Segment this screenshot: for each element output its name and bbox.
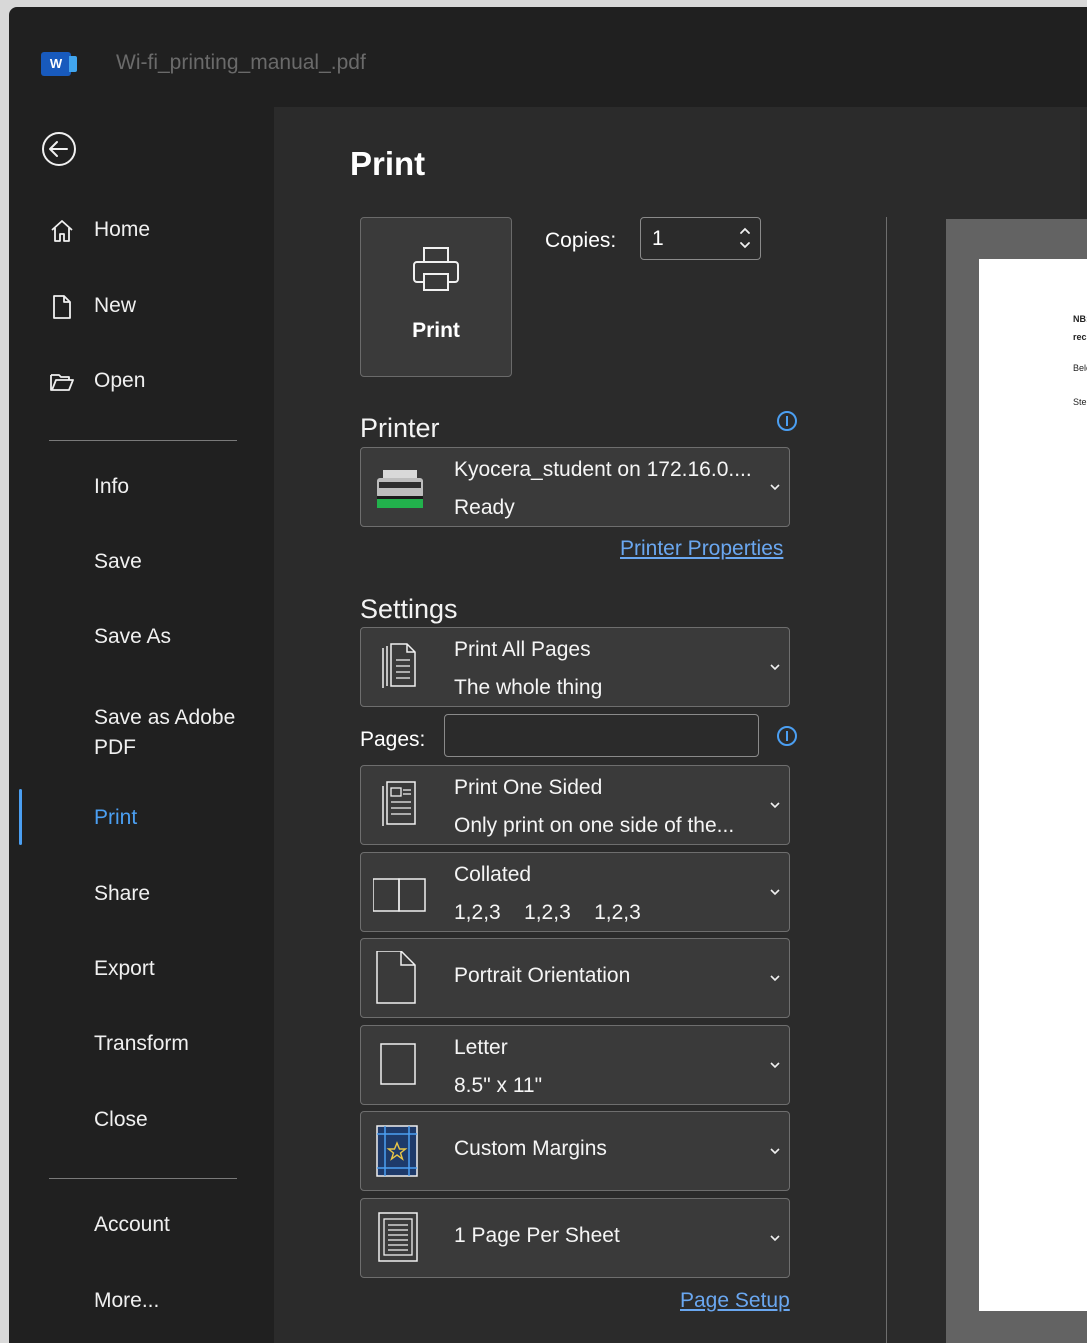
nav-share[interactable]: Share bbox=[9, 870, 273, 918]
nav-transform-label: Transform bbox=[94, 1032, 189, 1055]
page-per-sheet-icon bbox=[378, 1212, 418, 1262]
back-arrow-icon[interactable] bbox=[41, 131, 77, 167]
nav-export[interactable]: Export bbox=[9, 945, 273, 993]
margins-dropdown[interactable]: Custom Margins bbox=[360, 1111, 790, 1191]
chevron-down-icon bbox=[770, 802, 780, 809]
nav-save-as-adobe-pdf[interactable]: Save as Adobe PDF bbox=[9, 703, 273, 773]
nav-new-label: New bbox=[94, 294, 137, 317]
chevron-down-icon bbox=[770, 484, 780, 491]
copies-stepper[interactable]: 1 bbox=[640, 217, 761, 260]
word-window: W Wi-fi_printing_manual_.pdf Home New Op… bbox=[9, 7, 1087, 1343]
title-bar: W Wi-fi_printing_manual_.pdf bbox=[9, 7, 1087, 107]
nav-close-label: Close bbox=[94, 1108, 148, 1131]
chevron-down-icon bbox=[770, 664, 780, 671]
one-sided-page-icon bbox=[382, 781, 416, 826]
pages-input[interactable] bbox=[444, 714, 759, 757]
nav-account-label: Account bbox=[94, 1213, 170, 1236]
settings-section-title: Settings bbox=[360, 594, 458, 624]
nav-transform[interactable]: Transform bbox=[9, 1020, 273, 1068]
nav-info[interactable]: Info bbox=[9, 463, 273, 511]
margins-title: Custom Margins bbox=[454, 1137, 607, 1160]
printer-section-title: Printer bbox=[360, 413, 440, 443]
pages-label: Pages: bbox=[360, 728, 426, 751]
nav-save-label: Save bbox=[94, 550, 142, 573]
orientation-title: Portrait Orientation bbox=[454, 964, 631, 987]
network-printer-icon bbox=[377, 470, 423, 508]
new-document-icon bbox=[53, 295, 71, 319]
chevron-down-icon bbox=[770, 1062, 780, 1069]
printer-properties-link[interactable]: Printer Properties bbox=[620, 537, 783, 561]
collation-dropdown[interactable]: Collated 1,2,3 1,2,3 1,2,3 bbox=[360, 852, 790, 932]
nav-open[interactable]: Open bbox=[9, 357, 273, 405]
word-app-icon: W bbox=[41, 52, 77, 76]
nav-close[interactable]: Close bbox=[9, 1096, 273, 1144]
sides-title: Print One Sided bbox=[454, 776, 603, 799]
nav-save-as-adobe-pdf-label: Save as Adobe PDF bbox=[94, 706, 236, 759]
printer-icon bbox=[413, 247, 459, 291]
sides-dropdown[interactable]: Print One Sided Only print on one side o… bbox=[360, 765, 790, 845]
pages-per-sheet-dropdown[interactable]: 1 Page Per Sheet bbox=[360, 1198, 790, 1278]
nav-save[interactable]: Save bbox=[9, 538, 273, 586]
nav-export-label: Export bbox=[94, 957, 155, 980]
paper-size-subtitle: 8.5" x 11" bbox=[454, 1074, 543, 1097]
printer-info-icon[interactable] bbox=[776, 410, 798, 432]
preview-text: rec bbox=[1073, 332, 1087, 342]
print-range-dropdown[interactable]: Print All Pages The whole thing bbox=[360, 627, 790, 707]
paper-size-title: Letter bbox=[454, 1036, 508, 1059]
paper-size-dropdown[interactable]: Letter 8.5" x 11" bbox=[360, 1025, 790, 1105]
chevron-down-icon bbox=[770, 889, 780, 896]
pages-per-sheet-title: 1 Page Per Sheet bbox=[454, 1224, 620, 1247]
copies-value: 1 bbox=[652, 227, 664, 250]
nav-print[interactable]: Print bbox=[9, 794, 273, 842]
nav-new[interactable]: New bbox=[9, 282, 273, 330]
page-title: Print bbox=[350, 145, 426, 182]
nav-share-label: Share bbox=[94, 882, 151, 905]
backstage-sidebar: Home New Open Info Save Save As Save as … bbox=[9, 107, 273, 1343]
nav-save-as[interactable]: Save As bbox=[9, 613, 273, 661]
nav-open-label: Open bbox=[94, 369, 146, 392]
nav-info-label: Info bbox=[94, 475, 130, 498]
chevron-down-icon bbox=[770, 1235, 780, 1242]
pages-stack-icon bbox=[382, 643, 416, 688]
preview-text: Step bbox=[1073, 397, 1087, 407]
printer-dropdown[interactable]: Kyocera_student on 172.16.0.... Ready bbox=[360, 447, 790, 527]
portrait-page-icon bbox=[376, 951, 416, 1004]
page-setup-link[interactable]: Page Setup bbox=[680, 1289, 790, 1313]
nav-home-label: Home bbox=[94, 218, 151, 241]
chevron-down-icon bbox=[770, 1148, 780, 1155]
printer-name: Kyocera_student on 172.16.0.... bbox=[454, 458, 752, 481]
nav-more-label: More... bbox=[94, 1289, 160, 1312]
nav-more[interactable]: More... bbox=[9, 1277, 273, 1325]
print-range-subtitle: The whole thing bbox=[454, 676, 603, 699]
printer-status: Ready bbox=[454, 496, 515, 519]
nav-home[interactable]: Home bbox=[9, 206, 273, 254]
collation-title: Collated bbox=[454, 863, 532, 886]
nav-save-as-label: Save As bbox=[94, 625, 172, 648]
copies-label: Copies: bbox=[545, 229, 617, 252]
nav-account[interactable]: Account bbox=[9, 1201, 273, 1249]
print-range-title: Print All Pages bbox=[454, 638, 591, 661]
preview-page: NB: rec Belo Step bbox=[979, 259, 1087, 1311]
collated-pages-icon bbox=[373, 878, 426, 912]
custom-margins-icon bbox=[376, 1125, 418, 1177]
sidebar-divider bbox=[49, 1178, 237, 1179]
collation-subtitle: 1,2,3 1,2,3 1,2,3 bbox=[454, 901, 641, 924]
orientation-dropdown[interactable]: Portrait Orientation bbox=[360, 938, 790, 1018]
open-folder-icon bbox=[50, 374, 74, 391]
home-icon bbox=[51, 220, 73, 242]
chevron-down-icon bbox=[770, 975, 780, 982]
pages-info-icon[interactable] bbox=[776, 725, 798, 747]
preview-text: Belo bbox=[1073, 363, 1087, 373]
paper-size-icon bbox=[380, 1043, 416, 1085]
print-button-label: Print bbox=[412, 319, 460, 342]
document-title: Wi-fi_printing_manual_.pdf bbox=[116, 51, 366, 74]
preview-text: NB: bbox=[1073, 314, 1087, 324]
sidebar-divider bbox=[49, 440, 237, 441]
nav-print-label: Print bbox=[94, 806, 138, 829]
sides-subtitle: Only print on one side of the... bbox=[454, 814, 735, 837]
print-button[interactable]: Print bbox=[360, 217, 512, 377]
spinner-arrows-icon[interactable] bbox=[738, 221, 752, 255]
print-pane: Print Print Copies: 1 Printer Kyocera_st… bbox=[274, 107, 1087, 1343]
preview-separator bbox=[886, 217, 887, 1343]
